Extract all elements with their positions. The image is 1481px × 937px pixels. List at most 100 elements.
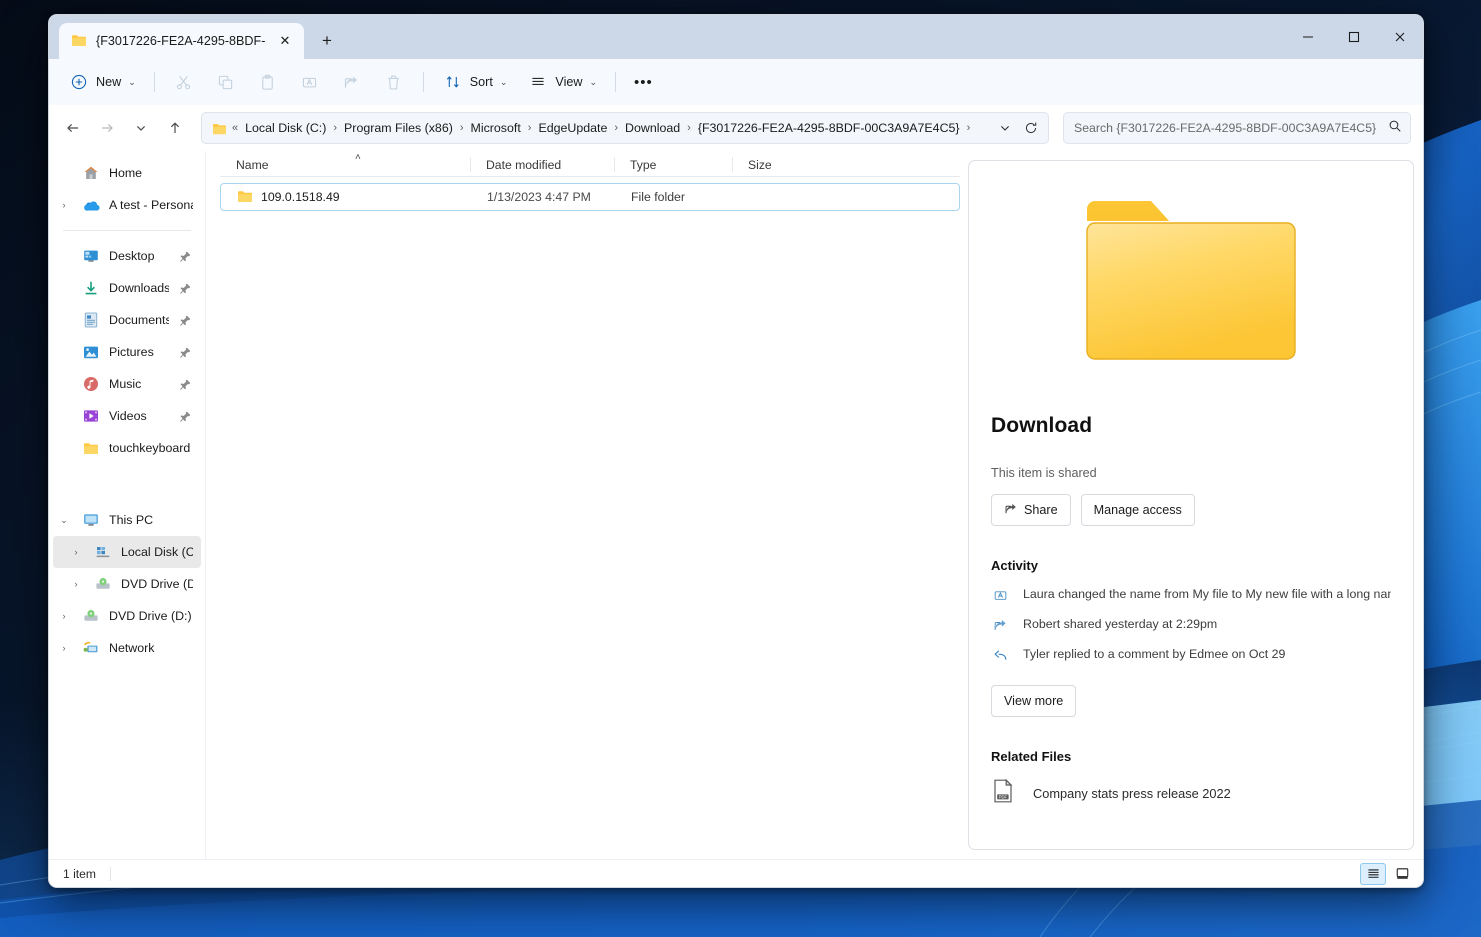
expander-icon[interactable]: › bbox=[55, 643, 73, 653]
expander-icon[interactable]: › bbox=[67, 579, 85, 589]
breadcrumb-program-files[interactable]: Program Files (x86) bbox=[338, 118, 459, 138]
sidebar-item-dvd-drive-d-ccc[interactable]: › DVD Drive (D:) CCC bbox=[53, 600, 201, 632]
sidebar-item-a-test-personal[interactable]: › A test - Personal bbox=[53, 189, 201, 221]
see-more-button[interactable]: ••• bbox=[625, 66, 662, 98]
related-file-name: Company stats press release 2022 bbox=[1033, 786, 1231, 801]
navigation-pane: Home › A test - Personal bbox=[49, 151, 206, 859]
manage-access-button[interactable]: Manage access bbox=[1081, 494, 1195, 526]
breadcrumb-edgeupdate[interactable]: EdgeUpdate bbox=[532, 118, 613, 138]
column-header-name[interactable]: Name ˄ bbox=[220, 153, 470, 176]
pin-icon[interactable] bbox=[177, 283, 193, 294]
activity-item[interactable]: Robert shared yesterday at 2:29pm bbox=[991, 617, 1391, 633]
column-header-type[interactable]: Type bbox=[614, 153, 732, 176]
explorer-tab[interactable]: {F3017226-FE2A-4295-8BDF-0 ✕ bbox=[59, 23, 304, 59]
pin-icon[interactable] bbox=[177, 251, 193, 262]
sidebar-item-label: Home bbox=[109, 166, 193, 180]
expander-icon[interactable]: › bbox=[55, 611, 73, 621]
sidebar-item-desktop[interactable]: Desktop bbox=[53, 240, 201, 272]
chevron-down-icon: ⌄ bbox=[128, 77, 136, 88]
pictures-icon bbox=[81, 345, 101, 360]
expander-icon-expanded[interactable]: ⌄ bbox=[55, 515, 73, 526]
network-icon bbox=[81, 641, 101, 655]
address-bar[interactable]: « Local Disk (C:) › Program Files (x86) … bbox=[201, 112, 1049, 144]
rename-button[interactable] bbox=[290, 66, 330, 98]
breadcrumb-separator: › bbox=[686, 122, 692, 134]
explorer-body: Home › A test - Personal bbox=[49, 151, 1423, 859]
preview-pane-icon[interactable] bbox=[1389, 863, 1415, 885]
share-button[interactable] bbox=[332, 66, 372, 98]
copy-button[interactable] bbox=[206, 66, 246, 98]
pin-icon[interactable] bbox=[177, 379, 193, 390]
file-rows: 109.0.1518.49 1/13/2023 4:47 PM File fol… bbox=[206, 177, 968, 211]
breadcrumb-overflow-icon[interactable]: « bbox=[231, 122, 239, 134]
sort-button-label: Sort bbox=[470, 75, 493, 89]
breadcrumb-guid[interactable]: {F3017226-FE2A-4295-8BDF-00C3A9A7E4C5} bbox=[692, 118, 966, 138]
recent-locations-button[interactable] bbox=[125, 112, 157, 144]
forward-button[interactable] bbox=[91, 112, 123, 144]
file-explorer-window: {F3017226-FE2A-4295-8BDF-0 ✕ + bbox=[48, 14, 1424, 888]
maximize-button[interactable] bbox=[1331, 15, 1377, 59]
close-window-button[interactable] bbox=[1377, 15, 1423, 59]
sidebar-item-home[interactable]: Home bbox=[53, 157, 201, 189]
sidebar-item-pictures[interactable]: Pictures bbox=[53, 336, 201, 368]
downloads-icon bbox=[81, 280, 101, 296]
sidebar-item-videos[interactable]: Videos bbox=[53, 400, 201, 432]
sidebar-item-music[interactable]: Music bbox=[53, 368, 201, 400]
pin-icon[interactable] bbox=[177, 411, 193, 422]
sidebar-item-local-disk-c[interactable]: › Local Disk (C:) bbox=[53, 536, 201, 568]
table-row[interactable]: 109.0.1518.49 1/13/2023 4:47 PM File fol… bbox=[220, 183, 960, 211]
tab-strip: {F3017226-FE2A-4295-8BDF-0 ✕ + bbox=[49, 15, 344, 59]
search-icon[interactable] bbox=[1388, 119, 1402, 138]
sidebar-item-dvd-drive-d-cc[interactable]: › DVD Drive (D:) CC bbox=[53, 568, 201, 600]
pc-icon bbox=[81, 513, 101, 527]
new-button[interactable]: New ⌄ bbox=[59, 66, 145, 98]
breadcrumb-local-disk[interactable]: Local Disk (C:) bbox=[239, 118, 332, 138]
sidebar-item-touchkeyboard[interactable]: touchkeyboard bbox=[53, 432, 201, 464]
view-button[interactable]: View ⌄ bbox=[518, 66, 606, 98]
share-button-details[interactable]: Share bbox=[991, 494, 1071, 526]
sort-button[interactable]: Sort ⌄ bbox=[433, 66, 517, 98]
cut-button[interactable] bbox=[164, 66, 204, 98]
sidebar-item-network[interactable]: › Network bbox=[53, 632, 201, 664]
breadcrumb-download[interactable]: Download bbox=[619, 118, 686, 138]
view-more-row: View more bbox=[991, 685, 1391, 717]
close-tab-icon[interactable]: ✕ bbox=[274, 30, 296, 52]
related-file-item[interactable]: PDF Company stats press release 2022 bbox=[991, 778, 1391, 809]
folder-icon bbox=[237, 189, 253, 206]
chevron-down-icon-sort: ⌄ bbox=[500, 77, 508, 88]
view-more-button[interactable]: View more bbox=[991, 685, 1076, 717]
minimize-button[interactable] bbox=[1285, 15, 1331, 59]
paste-button[interactable] bbox=[248, 66, 288, 98]
new-tab-button[interactable]: + bbox=[310, 24, 344, 58]
pin-icon[interactable] bbox=[177, 347, 193, 358]
delete-button[interactable] bbox=[374, 66, 414, 98]
up-button[interactable] bbox=[159, 112, 191, 144]
search-input[interactable] bbox=[1074, 121, 1380, 135]
lines-icon bbox=[527, 71, 549, 93]
column-header-date-label: Date modified bbox=[486, 158, 561, 172]
column-header-date-modified[interactable]: Date modified bbox=[470, 153, 614, 176]
column-header-size[interactable]: Size bbox=[732, 153, 808, 176]
item-count-label: 1 item bbox=[63, 867, 111, 881]
new-button-label: New bbox=[96, 75, 121, 89]
expander-icon[interactable]: › bbox=[55, 200, 73, 210]
refresh-icon[interactable] bbox=[1018, 115, 1044, 141]
activity-item[interactable]: Tyler replied to a comment by Edmee on O… bbox=[991, 647, 1391, 663]
sidebar-item-downloads[interactable]: Downloads bbox=[53, 272, 201, 304]
search-box[interactable] bbox=[1063, 112, 1411, 144]
details-view-icon[interactable] bbox=[1360, 863, 1386, 885]
window-controls bbox=[1285, 15, 1423, 59]
address-history-icon[interactable] bbox=[992, 115, 1018, 141]
sidebar-item-documents[interactable]: Documents bbox=[53, 304, 201, 336]
sidebar-item-this-pc[interactable]: ⌄ This PC bbox=[53, 504, 201, 536]
share-button-label: Share bbox=[1024, 503, 1058, 517]
pin-icon[interactable] bbox=[177, 315, 193, 326]
expander-icon[interactable]: › bbox=[67, 547, 85, 557]
activity-text: Tyler replied to a comment by Edmee on O… bbox=[1023, 647, 1285, 661]
breadcrumb-microsoft[interactable]: Microsoft bbox=[465, 118, 527, 138]
back-button[interactable] bbox=[57, 112, 89, 144]
manage-access-label: Manage access bbox=[1094, 503, 1182, 517]
activity-item[interactable]: Laura changed the name from My file to M… bbox=[991, 587, 1391, 603]
activity-text: Laura changed the name from My file to M… bbox=[1023, 587, 1391, 601]
sidebar-item-label: Pictures bbox=[109, 345, 169, 359]
